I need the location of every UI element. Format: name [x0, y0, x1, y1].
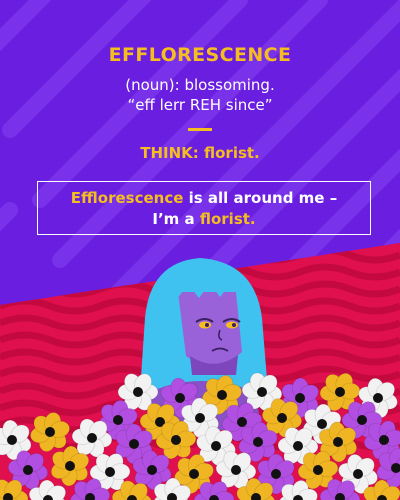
vocab-card: EFFLORESCENCE (noun): blossoming. “eff l… [0, 0, 400, 500]
card-illustration [0, 0, 400, 500]
